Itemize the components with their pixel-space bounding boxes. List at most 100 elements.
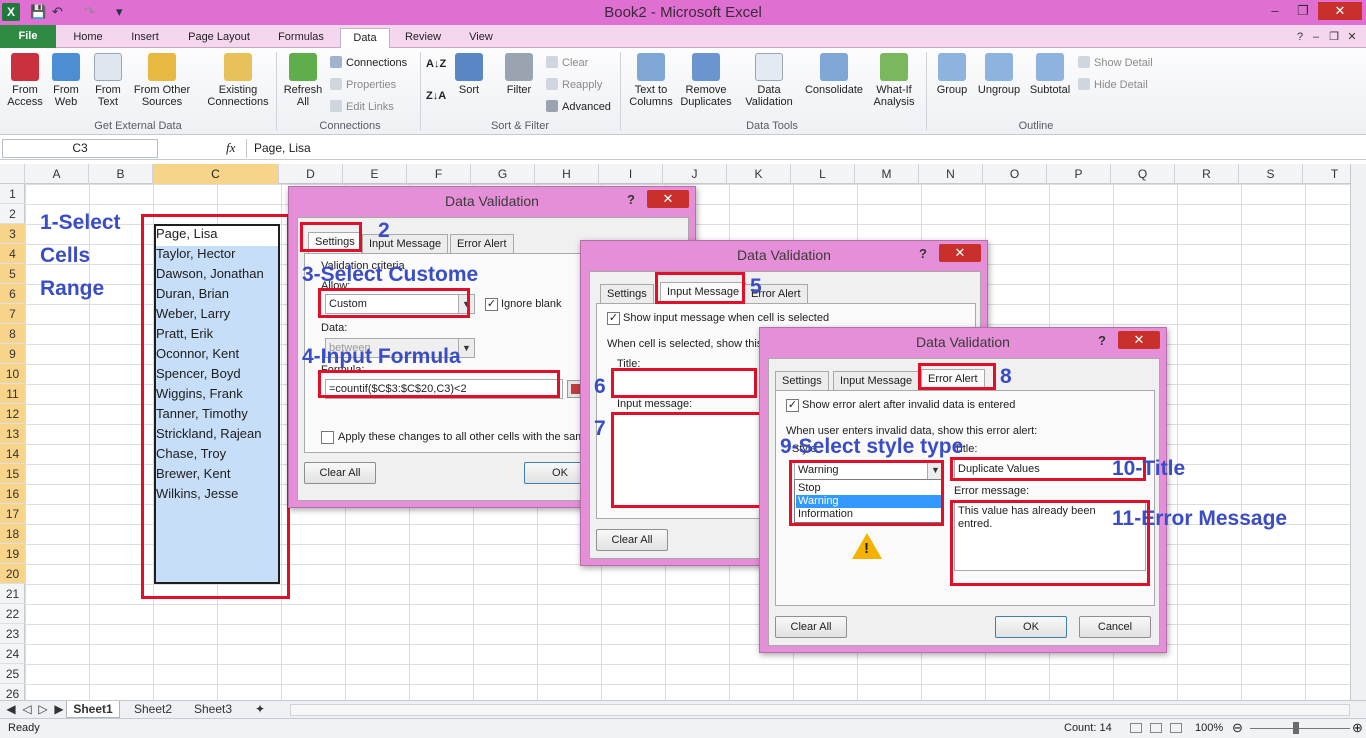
hide-detail-button[interactable]: Hide Detail [1078,78,1148,92]
clear-all-button[interactable]: Clear All [596,529,668,551]
show-error-checkbox[interactable]: ✓ [786,399,799,412]
clear-filter-button[interactable]: Clear [546,56,588,70]
tab-page-layout[interactable]: Page Layout [178,28,260,48]
advanced-filter-button[interactable]: Advanced [546,100,611,114]
existing-connections-button[interactable]: Existing Connections [202,53,274,108]
column-header-o[interactable]: O [983,164,1047,184]
data-validation-button[interactable]: Data Validation [740,53,798,108]
zoom-in-icon[interactable]: ⊕ [1352,720,1363,736]
tab-settings[interactable]: Settings [600,284,654,304]
properties-button[interactable]: Properties [330,78,396,92]
formula-input[interactable]: Page, Lisa [246,139,1346,158]
row-header[interactable]: 2 [0,204,25,224]
tab-review[interactable]: Review [396,28,450,48]
ribbon-close-icon[interactable]: ✕ [1344,28,1360,46]
row-header[interactable]: 9 [0,344,25,364]
row-header[interactable]: 25 [0,664,25,684]
help-icon[interactable]: ? [919,246,927,261]
column-header-r[interactable]: R [1175,164,1239,184]
from-access-button[interactable]: From Access [4,53,46,108]
row-header[interactable]: 18 [0,524,25,544]
last-sheet-icon[interactable]: ▶ [52,701,66,718]
subtotal-button[interactable]: Subtotal [1026,53,1074,96]
column-header-b[interactable]: B [89,164,153,184]
close-icon[interactable]: ✕ [1118,331,1160,349]
column-header-n[interactable]: N [919,164,983,184]
tab-data[interactable]: Data [340,28,390,49]
tab-settings[interactable]: Settings [775,371,829,391]
cancel-button[interactable]: Cancel [1079,616,1151,638]
tab-file[interactable]: File [0,25,56,48]
filter-button[interactable]: Filter [500,53,538,96]
ungroup-button[interactable]: Ungroup [974,53,1024,96]
help-icon[interactable]: ? [627,192,635,207]
input-message-field[interactable] [611,412,769,508]
column-header-p[interactable]: P [1047,164,1111,184]
row-header[interactable]: 22 [0,604,25,624]
row-header[interactable]: 13 [0,424,25,444]
zoom-slider-thumb[interactable] [1293,722,1299,734]
tab-insert[interactable]: Insert [120,28,170,48]
first-sheet-icon[interactable]: ◀ [4,701,18,718]
tab-input-message[interactable]: Input Message [362,234,449,254]
column-header-j[interactable]: J [663,164,727,184]
row-header[interactable]: 19 [0,544,25,564]
column-header-a[interactable]: A [25,164,89,184]
help-icon[interactable]: ? [1098,333,1106,348]
reapply-button[interactable]: Reapply [546,78,602,92]
page-break-view-icon[interactable] [1170,723,1182,733]
column-header-c[interactable]: C [153,164,279,184]
tab-home[interactable]: Home [64,28,112,48]
row-header[interactable]: 11 [0,384,25,404]
remove-duplicates-button[interactable]: Remove Duplicates [678,53,734,108]
restore-icon[interactable]: ❐ [1290,2,1316,20]
insert-function-icon[interactable]: fx [226,140,235,156]
show-input-checkbox[interactable]: ✓ [607,312,620,325]
column-header-g[interactable]: G [471,164,535,184]
row-header[interactable]: 24 [0,644,25,664]
clear-all-button[interactable]: Clear All [304,462,376,484]
column-header-l[interactable]: L [791,164,855,184]
column-header-h[interactable]: H [535,164,599,184]
close-icon[interactable]: ✕ [939,244,981,262]
row-header[interactable]: 12 [0,404,25,424]
column-header-m[interactable]: M [855,164,919,184]
sheet-tab-3[interactable]: Sheet3 [186,701,240,718]
tab-formulas[interactable]: Formulas [268,28,334,48]
row-header[interactable]: 14 [0,444,25,464]
row-header[interactable]: 10 [0,364,25,384]
sort-za-button[interactable]: Z↓A [426,90,446,102]
sheet-tab-2[interactable]: Sheet2 [126,701,180,718]
insert-sheet-icon[interactable]: ✦ [250,701,270,718]
column-header-e[interactable]: E [343,164,407,184]
select-all-corner[interactable] [0,164,25,184]
from-web-button[interactable]: From Web [46,53,86,108]
row-header[interactable]: 5 [0,264,25,284]
sheet-tab-1[interactable]: Sheet1 [66,701,120,718]
name-box[interactable]: C3 [2,139,158,158]
help-icon[interactable]: ? [1292,28,1308,46]
ribbon-restore-icon[interactable]: ❐ [1326,28,1342,46]
column-header-i[interactable]: I [599,164,663,184]
row-header[interactable]: 20 [0,564,25,584]
minimize-icon[interactable]: – [1262,2,1288,20]
tab-view[interactable]: View [458,28,504,48]
column-header-k[interactable]: K [727,164,791,184]
close-window-icon[interactable]: ✕ [1318,2,1362,20]
from-text-button[interactable]: From Text [88,53,128,108]
consolidate-button[interactable]: Consolidate [800,53,868,96]
zoom-out-icon[interactable]: ⊖ [1232,720,1243,736]
ok-button[interactable]: OK [995,616,1067,638]
row-header[interactable]: 23 [0,624,25,644]
input-title-field[interactable] [611,368,757,398]
row-header[interactable]: 16 [0,484,25,504]
tab-error-alert[interactable]: Error Alert [450,234,514,254]
vertical-scrollbar[interactable] [1350,164,1366,704]
sort-az-button[interactable]: A↓Z [426,58,446,70]
clear-all-button[interactable]: Clear All [775,616,847,638]
page-layout-view-icon[interactable] [1150,723,1162,733]
prev-sheet-icon[interactable]: ◁ [20,701,34,718]
ribbon-minimize-icon[interactable]: – [1308,28,1324,46]
normal-view-icon[interactable] [1130,723,1142,733]
close-icon[interactable]: ✕ [647,190,689,208]
